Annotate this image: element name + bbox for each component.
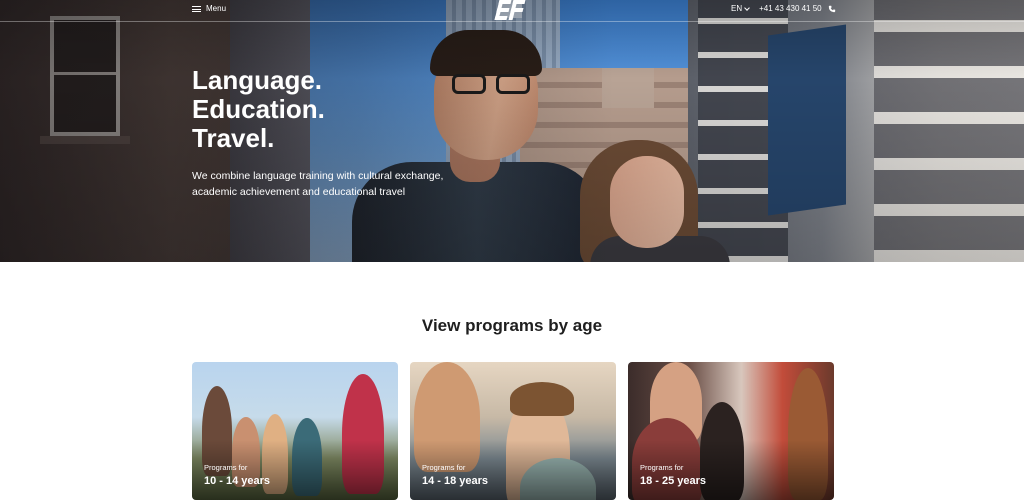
program-card-14-18[interactable]: Programs for 14 - 18 years (410, 362, 616, 500)
language-selector[interactable]: EN (731, 4, 750, 13)
phone-icon[interactable] (828, 5, 836, 13)
menu-button[interactable]: Menu (192, 4, 226, 13)
chevron-down-icon (744, 4, 750, 11)
hero-headline: Language. Education. Travel. (192, 66, 325, 153)
language-label: EN (731, 4, 743, 13)
top-navigation: Menu EN +41 43 430 41 50 (0, 0, 1024, 22)
program-card-10-14[interactable]: Programs for 10 - 14 years (192, 362, 398, 500)
headline-line-2: Education. (192, 94, 325, 124)
hero-banner: Menu EN +41 43 430 41 50 Language. Educa… (0, 0, 1024, 262)
programs-section-title: View programs by age (421, 316, 603, 335)
phone-number-link[interactable]: +41 43 430 41 50 (759, 4, 822, 13)
card-prefix: Programs for (640, 463, 684, 472)
card-age-range: 14 - 18 years (422, 475, 489, 487)
menu-label: Menu (206, 4, 227, 13)
card-prefix: Programs for (204, 463, 248, 472)
card-age-range: 10 - 14 years (204, 475, 271, 487)
headline-line-3: Travel. (192, 123, 275, 153)
hero-overlay (0, 0, 1024, 262)
program-card-18-25[interactable]: Programs for 18 - 25 years (628, 362, 834, 500)
card-prefix: Programs for (422, 463, 466, 472)
hero-subheading: We combine language training with cultur… (192, 170, 444, 198)
hamburger-icon (192, 5, 201, 12)
program-cards: Programs for 10 - 14 years Programs for … (192, 362, 834, 500)
card-age-range: 18 - 25 years (640, 475, 707, 487)
headline-line-1: Language. (192, 65, 323, 95)
ef-logo[interactable] (494, 0, 530, 20)
